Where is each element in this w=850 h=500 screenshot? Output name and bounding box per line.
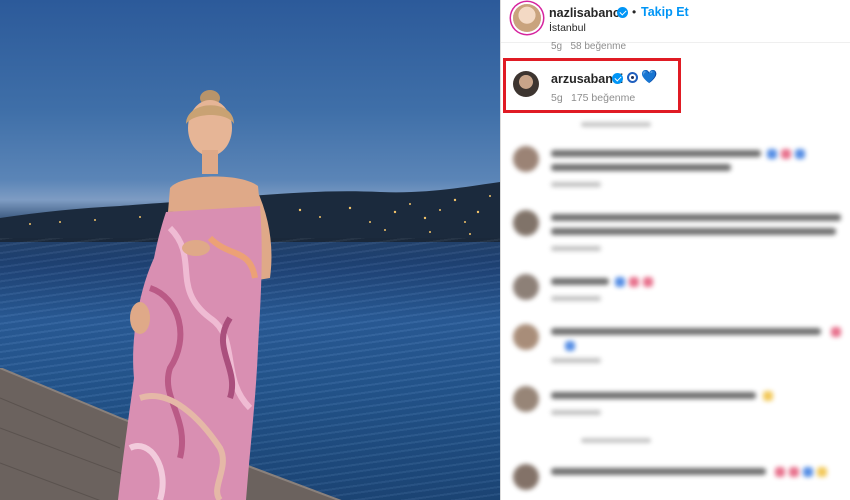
view-replies-link[interactable] xyxy=(581,438,651,443)
list-item xyxy=(501,386,850,422)
emoji-icon xyxy=(831,327,841,337)
verified-badge-icon xyxy=(612,73,623,84)
blue-heart-icon: 💙 xyxy=(641,69,658,84)
author-username[interactable]: nazlisabanci xyxy=(549,6,623,20)
emoji-icon xyxy=(795,149,805,159)
comment-meta xyxy=(551,410,601,415)
emoji-icon xyxy=(775,467,785,477)
list-item xyxy=(501,274,850,310)
emoji-icon xyxy=(565,341,575,351)
list-item xyxy=(501,462,850,500)
comment-meta xyxy=(551,246,601,251)
comment-text xyxy=(551,468,766,475)
emoji-icon xyxy=(767,149,777,159)
post-header: nazlisabanci • Takip Et İstanbul xyxy=(501,0,850,43)
comment-meta xyxy=(551,182,601,187)
comment-text xyxy=(551,278,609,285)
avatar xyxy=(513,274,539,300)
comment-text xyxy=(551,328,821,335)
comment-text xyxy=(551,164,731,171)
comment-meta xyxy=(551,296,601,301)
emoji-icon xyxy=(789,467,799,477)
follow-separator: • xyxy=(632,5,637,19)
previous-comment-meta: 5g 58 beğenme xyxy=(551,41,627,52)
avatar xyxy=(513,386,539,412)
comments-panel[interactable]: nazlisabanci • Takip Et İstanbul 5g 58 b… xyxy=(500,0,850,500)
emoji-icon xyxy=(781,149,791,159)
follow-button[interactable]: Takip Et xyxy=(641,5,689,19)
emoji-icon xyxy=(803,467,813,477)
emoji-icon xyxy=(763,391,773,401)
nazar-boncugu-icon xyxy=(627,72,638,83)
comment-likes[interactable]: 175 beğenme xyxy=(571,92,635,104)
comment-text xyxy=(551,392,756,399)
avatar xyxy=(513,324,539,350)
emoji-icon xyxy=(817,467,827,477)
list-item xyxy=(501,144,850,194)
emoji-icon xyxy=(615,277,625,287)
comment-text xyxy=(551,214,841,221)
author-avatar[interactable] xyxy=(513,4,541,32)
comment-time: 5g xyxy=(551,92,563,104)
woman-figure xyxy=(118,90,272,500)
avatar xyxy=(513,146,539,172)
verified-badge-icon xyxy=(617,7,628,18)
post-photo[interactable] xyxy=(0,0,500,500)
commenter-avatar[interactable] xyxy=(513,71,539,97)
avatar xyxy=(513,464,539,490)
avatar xyxy=(513,210,539,236)
view-replies-link[interactable] xyxy=(581,122,651,127)
list-item xyxy=(501,322,850,363)
emoji-icon xyxy=(643,277,653,287)
emoji-icon xyxy=(629,277,639,287)
comment-text xyxy=(551,150,761,157)
comment-text xyxy=(551,228,836,235)
list-item xyxy=(501,208,850,262)
comment-meta xyxy=(551,358,601,363)
post-location[interactable]: İstanbul xyxy=(549,22,586,34)
